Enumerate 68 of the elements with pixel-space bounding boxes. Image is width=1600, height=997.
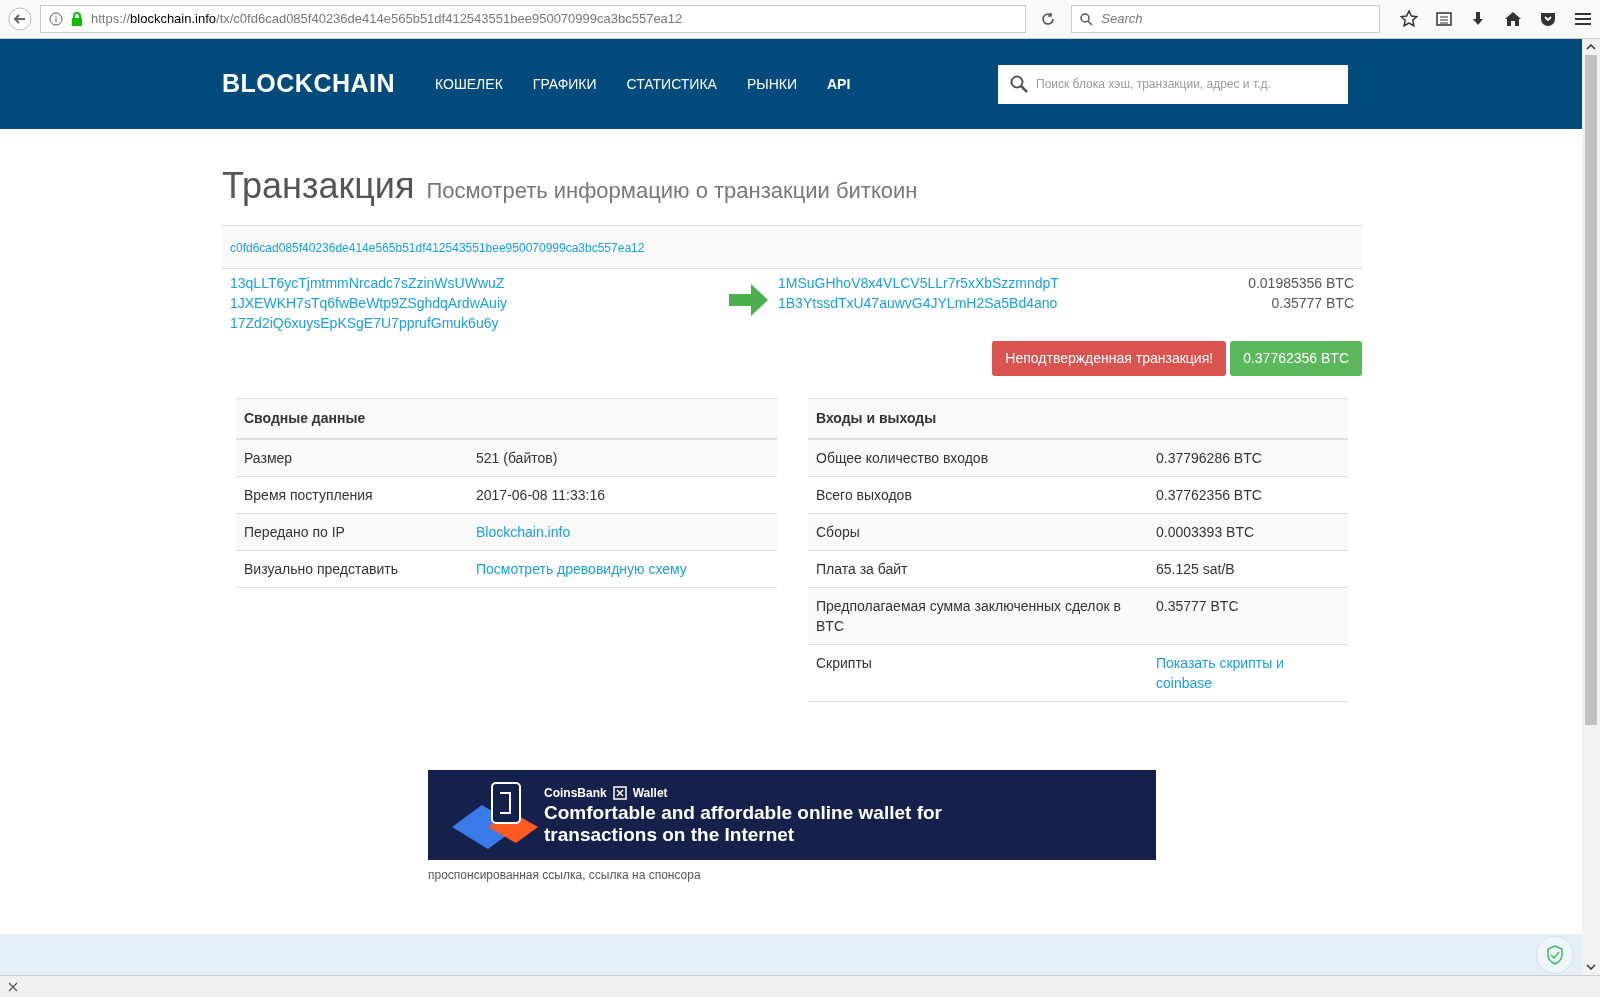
table-cell-text: 0.0003393 BTC [1156, 523, 1255, 542]
back-icon[interactable] [8, 7, 32, 31]
logo[interactable]: BLOCKCHAIN [222, 65, 396, 103]
nav-link[interactable]: КОШЕЛЕК [435, 73, 503, 95]
arrow-icon [729, 283, 769, 317]
input-address-link[interactable]: 13qLLT6ycTjmtmmNrcadc7sZzinWsUWwuZ [230, 273, 505, 293]
table-link[interactable]: Blockchain.info [476, 522, 571, 542]
home-icon[interactable] [1504, 11, 1522, 27]
tx-hash-link[interactable]: c0fd6cad085f40236de414e565b51df412543551bee950070999ca3bc557ea12 [230, 241, 645, 255]
close-icon[interactable] [8, 981, 18, 992]
ad-product: Wallet [632, 785, 668, 802]
table-cell-text: Общее количество входов [816, 449, 990, 468]
search-field[interactable]: Поиск блока хэш, транзакции, адрес и т.д. [998, 64, 1348, 104]
table-cell-text: Скрипты [816, 654, 873, 673]
lock-icon [71, 12, 83, 26]
table-cell-text: Плата за байт [816, 560, 909, 579]
table-cell-text: Предполагаемая сумма заключенных сделок в BTC [816, 597, 1122, 636]
total-amount-label: 0.37762356 BTC [1230, 341, 1362, 376]
ad-brand: CoinsBank [544, 785, 607, 802]
ad-headline: Comfortable and affordable online wallet for [544, 802, 942, 824]
page-subtitle: Посмотреть информацию о транзакции биткоин [426, 177, 918, 205]
download-icon[interactable] [1470, 11, 1486, 27]
nav-link[interactable]: API [827, 73, 851, 95]
table-cell-text: Размер [244, 449, 294, 468]
ad-headline: transactions on the Internet [544, 824, 796, 846]
output-address-link[interactable]: 1MSuGHhoV8x4VLCV5LLr7r5xXbSzzmndpT [778, 273, 1059, 293]
search-icon [1080, 12, 1094, 26]
table-cell-text: 65.125 sat/B [1156, 560, 1235, 579]
scroll-up-icon[interactable] [1586, 44, 1596, 50]
pocket-icon[interactable] [1540, 11, 1556, 27]
table-link[interactable]: Посмотреть древовидную схему [476, 559, 687, 579]
scrollbar[interactable] [1582, 39, 1600, 975]
nav-link[interactable]: СТАТИСТИКА [626, 73, 717, 95]
url-field[interactable]: https://blockchain.info/tx/c0fd6cad085f40236de414e565b51df412543551bee950070999ca3bc557ea12 [40, 5, 1026, 33]
brand-mark-icon [612, 786, 627, 800]
scroll-down-icon[interactable] [1586, 964, 1596, 970]
table-cell-text: Всего выходов [816, 486, 913, 505]
ad-banner[interactable]: CoinsBank Wallet Comfortable and affordable online wallet for transactions on the Internet [428, 770, 1156, 860]
table-cell-text: Передано по IP [244, 523, 346, 542]
table-cell-text: 2017-06-08 11:33:16 [476, 486, 605, 505]
sponsor-caption: проспонсированная ссылка, ссылка на спонсора [428, 867, 702, 884]
search-icon [1010, 75, 1028, 93]
menu-icon[interactable] [1574, 12, 1592, 26]
table-cell-text: 0.35777 BTC [1156, 597, 1239, 616]
output-amount: 0.01985356 BTC [1248, 274, 1354, 293]
nav-link[interactable]: ГРАФИКИ [532, 73, 597, 95]
output-address-link[interactable]: 1B3YtssdTxU47auwvG4JYLmH2Sa5Bd4ano [778, 293, 1058, 313]
nav-link[interactable]: РЫНКИ [746, 73, 797, 95]
reading-list-icon[interactable] [1436, 11, 1452, 27]
output-amount: 0.35777 BTC [1271, 294, 1354, 313]
input-address-link[interactable]: 17Zd2iQ6xuysEpKSgE7U7pprufGmuk6u6y [230, 313, 499, 333]
search-field[interactable]: Search [1071, 5, 1380, 33]
table-header: Сводные данные [236, 398, 777, 440]
table-cell-text: Время поступления [244, 486, 374, 505]
table-header: Входы и выходы [808, 398, 1348, 440]
bookmark-star-icon[interactable] [1400, 10, 1418, 28]
reload-icon[interactable] [1041, 12, 1056, 26]
info-icon [49, 12, 63, 26]
page-title: Транзакция [222, 164, 415, 208]
status-label: Неподтвержденная транзакция! [992, 341, 1227, 376]
table-link[interactable]: Показать скрипты и coinbase [1156, 653, 1296, 693]
table-cell-text: Сборы [816, 523, 861, 542]
shield-check-icon [1546, 944, 1564, 965]
table-cell-text: Визуально представить [244, 560, 399, 579]
table-cell-text: 521 (байтов) [476, 449, 558, 468]
table-cell-text: 0.37762356 BTC [1156, 486, 1262, 505]
input-address-link[interactable]: 1JXEWKH7sTq6fwBeWtp9ZSghdqArdwAuiy [230, 293, 507, 313]
table-cell-text: 0.37796286 BTC [1156, 449, 1262, 468]
